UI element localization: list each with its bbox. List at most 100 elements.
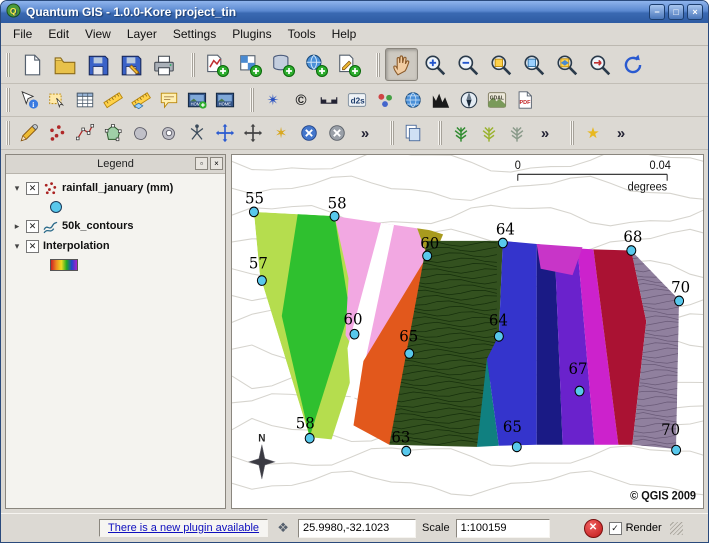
new-plugin-link[interactable]: There is a new plugin available [108, 522, 259, 534]
legend-header[interactable]: Legend ▫ × [6, 155, 225, 174]
digitizing-overflow-chevron[interactable]: » [351, 119, 379, 147]
layer-row-contours[interactable]: ▸ ✕ 50k_contours [8, 216, 223, 236]
grass-new-mapset-button[interactable] [475, 119, 503, 147]
cut-features-button[interactable] [323, 119, 351, 147]
move-feature-button[interactable] [211, 119, 239, 147]
grass-tools-button[interactable] [503, 119, 531, 147]
toolbar-handle[interactable] [376, 53, 380, 77]
gdal-tools-button[interactable]: GDAL [483, 86, 511, 114]
stop-rendering-button[interactable]: ✕ [584, 519, 603, 538]
plugin-notification-icon[interactable]: ❖ [274, 519, 292, 537]
toolbar-handle[interactable] [570, 121, 574, 145]
toolbar-handle[interactable] [438, 121, 442, 145]
north-arrow-decoration-button[interactable]: ✴ [259, 86, 287, 114]
grass-overflow-chevron[interactable]: » [531, 119, 559, 147]
expand-arrow-icon[interactable]: ▸ [12, 221, 22, 232]
select-features-button[interactable] [43, 86, 71, 114]
save-project-button[interactable] [81, 48, 114, 81]
zoom-to-selection-button[interactable] [517, 48, 550, 81]
add-vertex-button[interactable]: ✶ [267, 119, 295, 147]
menu-view[interactable]: View [77, 25, 119, 43]
scale-bar-decoration-button[interactable] [315, 86, 343, 114]
raster-histogram-button[interactable] [427, 86, 455, 114]
layer-name[interactable]: rainfall_january (mm) [62, 182, 173, 194]
menu-tools[interactable]: Tools [280, 25, 324, 43]
layer-visibility-checkbox[interactable]: ✕ [26, 220, 39, 233]
title-bar[interactable]: Q Quantum GIS - 1.0.0-Kore project_tin −… [1, 1, 708, 23]
menu-file[interactable]: File [5, 25, 40, 43]
coordinate-display[interactable] [298, 519, 416, 538]
pan-map-button[interactable] [385, 48, 418, 81]
layer-visibility-checkbox[interactable]: ✕ [26, 182, 39, 195]
minimize-button[interactable]: − [649, 4, 665, 20]
layer-name[interactable]: Interpolation [43, 240, 110, 252]
layer-name[interactable]: 50k_contours [62, 220, 134, 232]
add-postgis-layer-button[interactable] [266, 48, 299, 81]
toggle-editing-button[interactable] [15, 119, 43, 147]
measure-area-button[interactable] [127, 86, 155, 114]
dxf2shp-button[interactable]: d2s [343, 86, 371, 114]
save-project-as-button[interactable] [114, 48, 147, 81]
export-pdf-button[interactable]: PDF [511, 86, 539, 114]
gps-tools-button[interactable] [371, 86, 399, 114]
toolbar-handle[interactable] [191, 53, 195, 77]
measure-line-button[interactable] [99, 86, 127, 114]
open-project-button[interactable] [48, 48, 81, 81]
capture-point-button[interactable] [43, 119, 71, 147]
zoom-full-extent-button[interactable] [484, 48, 517, 81]
map-panel[interactable]: 00.04degreesN© QGIS 20095558606468705760… [231, 154, 704, 509]
refresh-map-button[interactable] [616, 48, 649, 81]
menu-edit[interactable]: Edit [40, 25, 77, 43]
identify-button[interactable]: i [15, 86, 43, 114]
layer-row-interpolation[interactable]: ▾ ✕ Interpolation [8, 236, 223, 256]
menu-settings[interactable]: Settings [165, 25, 224, 43]
toolbar-handle[interactable] [6, 121, 10, 145]
zoom-last-button[interactable] [583, 48, 616, 81]
new-project-button[interactable] [15, 48, 48, 81]
render-checkbox[interactable]: ✓ [609, 522, 622, 535]
wms-globe-button[interactable] [399, 86, 427, 114]
map-canvas[interactable]: 00.04degreesN© QGIS 20095558606468705760… [232, 155, 703, 508]
expand-arrow-icon[interactable]: ▾ [12, 183, 22, 194]
toolbar-handle[interactable] [250, 88, 254, 112]
show-bookmarks-button[interactable]: HOME [211, 86, 239, 114]
simplify-feature-button[interactable] [127, 119, 155, 147]
plugins-overflow-chevron[interactable]: » [607, 119, 635, 147]
open-attribute-table-button[interactable] [71, 86, 99, 114]
toolbar-handle[interactable] [390, 121, 394, 145]
new-bookmark-button[interactable]: HOME [183, 86, 211, 114]
add-wms-layer-button[interactable] [299, 48, 332, 81]
toolbar-handle[interactable] [6, 88, 10, 112]
zoom-to-layer-button[interactable] [550, 48, 583, 81]
menu-layer[interactable]: Layer [119, 25, 165, 43]
legend-close-button[interactable]: × [210, 157, 223, 170]
delete-selected-button[interactable] [295, 119, 323, 147]
close-button[interactable]: × [687, 4, 703, 20]
zoom-out-button[interactable] [451, 48, 484, 81]
menu-plugins[interactable]: Plugins [224, 25, 279, 43]
add-raster-layer-button[interactable] [233, 48, 266, 81]
expand-arrow-icon[interactable]: ▾ [12, 241, 22, 252]
layer-row-rainfall[interactable]: ▾ ✕ rainfall_january (mm) [8, 178, 223, 198]
scale-input[interactable] [456, 519, 550, 538]
zoom-in-button[interactable] [418, 48, 451, 81]
menu-help[interactable]: Help [324, 25, 365, 43]
plugin-message-box[interactable]: There is a new plugin available [99, 519, 268, 537]
maximize-button[interactable]: □ [668, 4, 684, 20]
layer-visibility-checkbox[interactable]: ✕ [26, 240, 39, 253]
resize-grip[interactable] [670, 522, 683, 535]
copyright-decoration-button[interactable]: © [287, 86, 315, 114]
legend-float-button[interactable]: ▫ [195, 157, 208, 170]
add-island-button[interactable] [155, 119, 183, 147]
toolbar-handle[interactable] [6, 53, 10, 77]
move-vertex-button[interactable] [239, 119, 267, 147]
add-ring-button[interactable] [183, 119, 211, 147]
capture-polygon-button[interactable] [99, 119, 127, 147]
manage-plugins-button[interactable]: ★ [579, 119, 607, 147]
capture-line-button[interactable] [71, 119, 99, 147]
print-button[interactable] [147, 48, 180, 81]
new-vector-layer-button[interactable] [332, 48, 365, 81]
grass-open-mapset-button[interactable] [447, 119, 475, 147]
add-vector-layer-button[interactable] [200, 48, 233, 81]
map-tips-button[interactable] [155, 86, 183, 114]
